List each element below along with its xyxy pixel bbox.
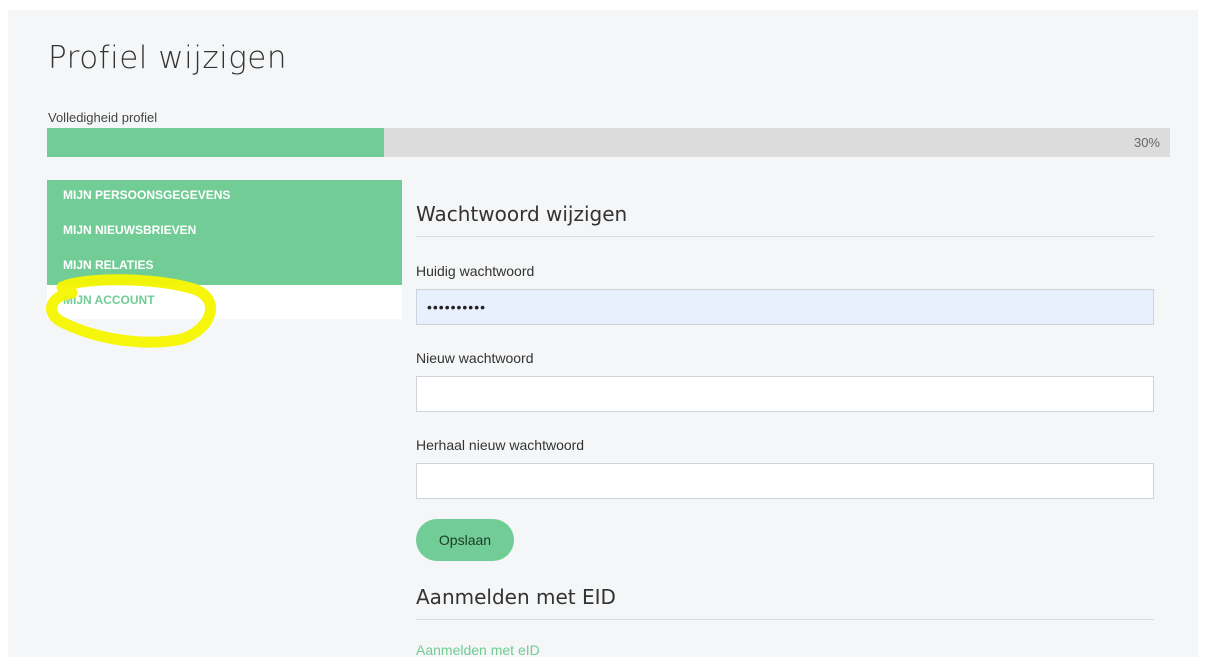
side-nav-item-relaties[interactable]: MIJN RELATIES — [47, 250, 402, 285]
profile-panel: Profiel wijzigen Volledigheid profiel 30… — [8, 10, 1198, 660]
page-title: Profiel wijzigen — [48, 40, 288, 76]
profile-completeness-label: Volledigheid profiel — [48, 110, 158, 125]
save-button[interactable]: Opslaan — [416, 519, 514, 561]
profile-completeness-bar: 30% — [47, 128, 1170, 157]
current-password-input[interactable] — [416, 289, 1154, 325]
repeat-password-label: Herhaal nieuw wachtwoord — [416, 437, 585, 453]
new-password-input[interactable] — [416, 376, 1154, 412]
repeat-password-input[interactable] — [416, 463, 1154, 499]
profile-completeness-percent: 30% — [1133, 135, 1160, 150]
eid-link-row: Aanmelden met eID — [416, 642, 1154, 660]
side-nav-item-nieuwsbrieven[interactable]: MIJN NIEUWSBRIEVEN — [47, 215, 402, 250]
profile-completeness-fill — [47, 128, 384, 157]
current-password-label: Huidig wachtwoord — [416, 263, 535, 279]
password-section-title: Wachtwoord wijzigen — [416, 190, 1154, 237]
side-nav-item-persoonsgegevens[interactable]: MIJN PERSOONSGEGEVENS — [47, 180, 402, 215]
account-content: Wachtwoord wijzigen Huidig wachtwoord Ni… — [416, 190, 1154, 660]
eid-login-link[interactable]: Aanmelden met eID — [416, 642, 540, 658]
new-password-label: Nieuw wachtwoord — [416, 350, 534, 366]
side-nav-item-account[interactable]: MIJN ACCOUNT — [47, 285, 402, 319]
profile-side-nav: MIJN PERSOONSGEGEVENS MIJN NIEUWSBRIEVEN… — [47, 180, 402, 319]
eid-section-title: Aanmelden met EID — [416, 585, 1154, 620]
